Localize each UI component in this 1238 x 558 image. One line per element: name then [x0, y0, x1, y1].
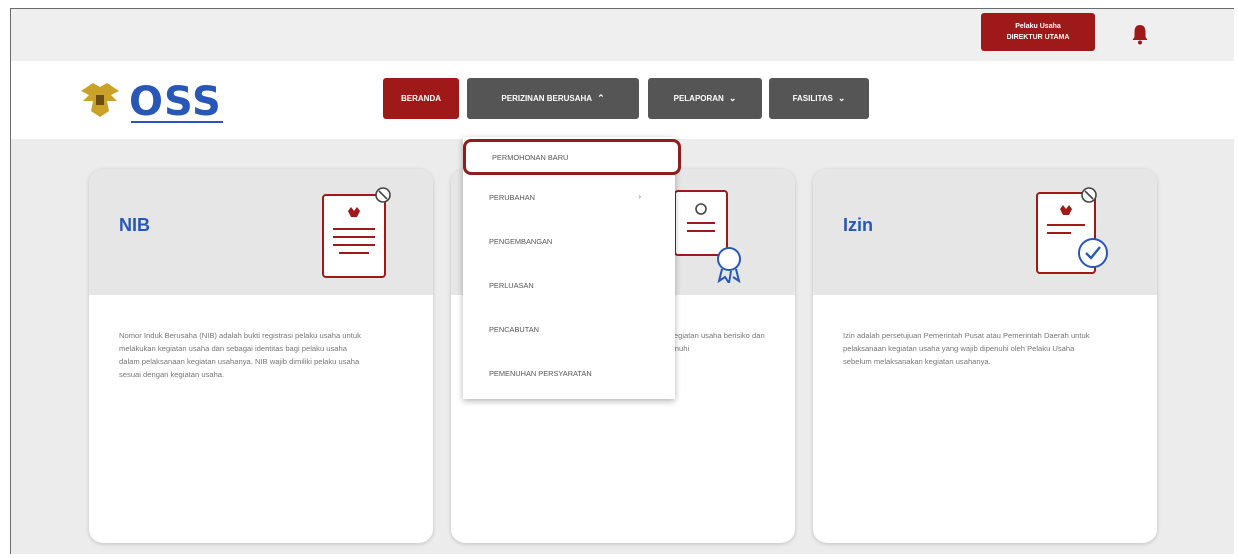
user-account-button[interactable]: Pelaku Usaha DIREKTUR UTAMA	[981, 13, 1095, 51]
menu-item-label: PEMENUHAN PERSYARATAN	[489, 368, 592, 378]
menu-item-permohonan-baru[interactable]: PERMOHONAN BARU	[463, 139, 681, 175]
menu-item-label: PERLUASAN	[489, 280, 534, 290]
nav-pelaporan-label: PELAPORAN	[673, 94, 724, 103]
app-frame: Pelaku Usaha DIREKTUR UTAMA OSS BERANDA …	[10, 8, 1234, 554]
nav-perizinan-berusaha[interactable]: PERIZINAN BERUSAHA ⌃	[467, 78, 639, 119]
menu-item-perubahan[interactable]: PERUBAHAN ›	[463, 177, 675, 217]
oss-logo[interactable]: OSS	[79, 77, 239, 125]
chevron-down-icon: ⌄	[837, 93, 846, 103]
menu-item-label: PERUBAHAN	[489, 192, 535, 202]
logo-underline	[131, 121, 223, 123]
menu-item-label: PENGEMBANGAN	[489, 236, 553, 246]
nav-fasilitas-label: FASILITAS	[792, 94, 833, 103]
perizinan-dropdown-menu: PERMOHONAN BARU PERUBAHAN › PENGEMBANGAN…	[463, 137, 681, 399]
approved-document-icon	[1036, 187, 1108, 274]
main-navbar: OSS BERANDA PERIZINAN BERUSAHA ⌃ PELAPOR…	[11, 61, 1234, 139]
card-nib-header: NIB	[89, 169, 433, 295]
card-izin-title: Izin	[843, 215, 873, 235]
card-izin-header: Izin	[813, 169, 1157, 295]
chevron-right-icon: ›	[638, 192, 641, 201]
card-nib[interactable]: NIB Nomor Induk Berusaha (NIB) adalah bu…	[89, 169, 433, 543]
user-name: Pelaku Usaha	[1015, 23, 1061, 30]
card-izin-description: Izin adalah persetujuan Pemerintah Pusat…	[843, 331, 1090, 366]
menu-item-pengembangan[interactable]: PENGEMBANGAN	[463, 221, 675, 261]
nav-beranda-label: BERANDA	[401, 94, 441, 103]
menu-item-pencabutan[interactable]: PENCABUTAN	[463, 309, 675, 349]
card-nib-title: NIB	[119, 215, 150, 235]
user-role: DIREKTUR UTAMA	[1006, 34, 1070, 41]
menu-item-label: PENCABUTAN	[489, 324, 539, 334]
nav-beranda[interactable]: BERANDA	[383, 78, 459, 119]
chevron-up-icon: ⌃	[597, 93, 605, 103]
top-strip: Pelaku Usaha DIREKTUR UTAMA	[11, 9, 1234, 61]
menu-item-pemenuhan-persyaratan[interactable]: PEMENUHAN PERSYARATAN	[463, 353, 675, 393]
nav-pelaporan[interactable]: PELAPORAN ⌄	[648, 78, 762, 119]
garuda-emblem-icon	[81, 83, 119, 117]
card-nib-description: Nomor Induk Berusaha (NIB) adalah bukti …	[119, 331, 361, 379]
card-izin[interactable]: Izin Izin adalah persetujuan Pemerintah …	[813, 169, 1157, 543]
nav-perizinan-label: PERIZINAN BERUSAHA	[501, 94, 593, 103]
document-icon	[322, 187, 391, 278]
logo-text: OSS	[129, 79, 222, 125]
nav-fasilitas[interactable]: FASILITAS ⌄	[769, 78, 869, 119]
menu-item-label: PERMOHONAN BARU	[492, 152, 569, 162]
bell-icon[interactable]	[1130, 23, 1150, 45]
certificate-icon	[674, 190, 741, 283]
chevron-down-icon: ⌄	[728, 93, 737, 103]
menu-item-perluasan[interactable]: PERLUASAN	[463, 265, 675, 305]
